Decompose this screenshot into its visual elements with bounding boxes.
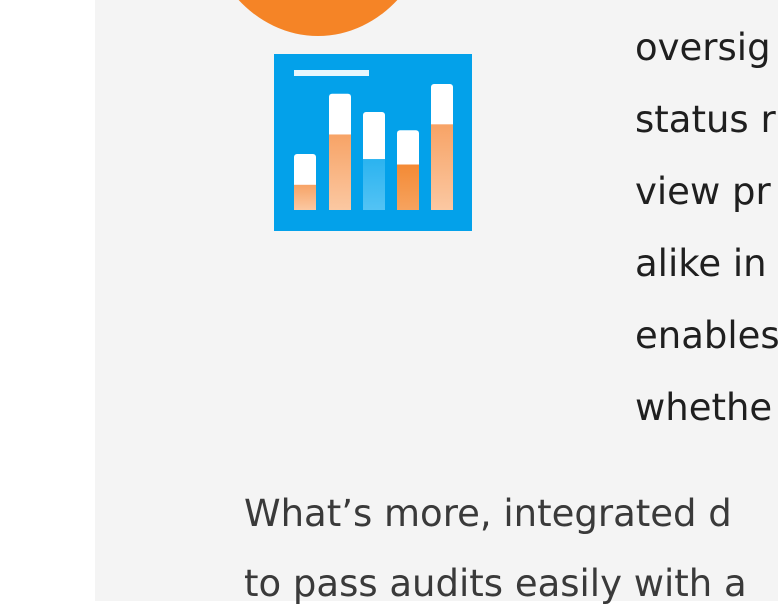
chart-icon-bar-fill	[329, 134, 351, 210]
paragraph-line: What’s more, integrated d	[244, 492, 732, 535]
right-text-line: oversig	[635, 26, 771, 69]
right-text-line: alike in	[635, 242, 767, 285]
right-text-line: whethe	[635, 386, 773, 429]
chart-icon-title-bar	[294, 70, 369, 76]
chart-icon-bar-fill	[294, 184, 316, 210]
chart-icon-bar-fill	[363, 159, 385, 210]
chart-icon-bar-fill	[431, 124, 453, 210]
right-text-column: oversig status r view pr alike in enable…	[635, 12, 778, 444]
right-text-line: view pr	[635, 170, 771, 213]
bar-chart-icon	[274, 54, 472, 231]
chart-icon-bar-fill	[397, 164, 419, 210]
right-text-line: enables	[635, 314, 778, 357]
right-text-line: status r	[635, 98, 776, 141]
paragraph-line: to pass audits easily with a	[244, 562, 747, 605]
